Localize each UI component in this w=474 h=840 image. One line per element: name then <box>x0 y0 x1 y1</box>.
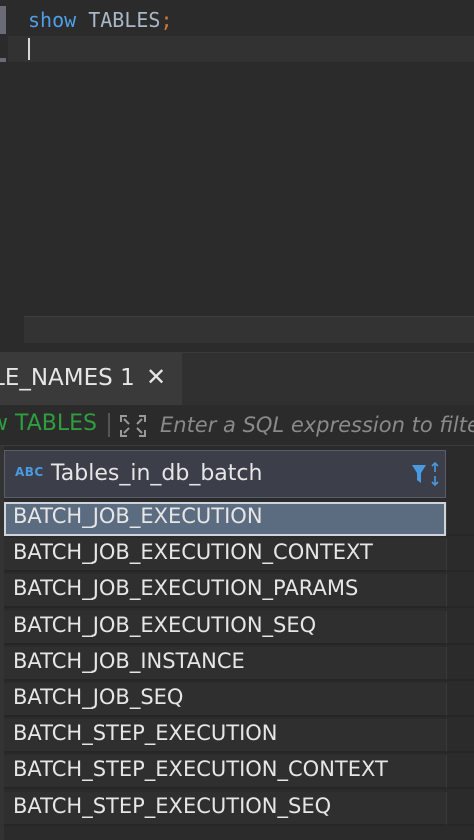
empty-cell <box>446 719 474 753</box>
filter-bar: w TABLES <box>0 405 474 446</box>
cell-value: BATCH_JOB_EXECUTION_SEQ <box>13 613 317 637</box>
expand-icon[interactable] <box>118 413 148 439</box>
column-title: Tables_in_db_batch <box>51 461 263 486</box>
text-caret <box>28 38 30 60</box>
table-row[interactable]: BATCH_JOB_EXECUTION_CONTEXT <box>4 538 446 572</box>
divider <box>108 413 110 437</box>
cell-value: BATCH_STEP_EXECUTION_CONTEXT <box>13 757 388 781</box>
empty-cell <box>446 683 474 717</box>
table-row[interactable]: BATCH_STEP_EXECUTION <box>4 719 446 753</box>
filter-icon[interactable] <box>411 463 427 485</box>
empty-cell <box>446 647 474 681</box>
empty-cell <box>446 502 474 536</box>
gutter-marker <box>0 58 6 62</box>
editor-line-1[interactable]: show TABLES; <box>28 6 173 34</box>
cell-value: BATCH_JOB_INSTANCE <box>13 649 245 673</box>
empty-cell <box>446 792 474 826</box>
sort-icon[interactable] <box>429 461 441 487</box>
cell-value: BATCH_JOB_EXECUTION_PARAMS <box>13 576 359 600</box>
table-row[interactable]: BATCH_STEP_EXECUTION_SEQ <box>4 792 446 826</box>
cell-value: BATCH_STEP_EXECUTION <box>13 721 278 745</box>
current-line-highlight <box>8 36 474 62</box>
empty-cell <box>446 611 474 645</box>
tab-result[interactable]: LE_NAMES 1 ✕ <box>0 353 182 407</box>
sql-keyword: show <box>28 8 77 32</box>
cell-value: BATCH_JOB_EXECUTION <box>13 504 263 528</box>
table-row[interactable]: BATCH_JOB_INSTANCE <box>4 647 446 681</box>
table-row[interactable]: BATCH_JOB_EXECUTION <box>4 502 446 536</box>
table-row[interactable]: BATCH_JOB_SEQ <box>4 683 446 717</box>
sql-identifier: TABLES <box>88 8 161 32</box>
cell-value: BATCH_JOB_SEQ <box>13 685 184 709</box>
result-grid: ABC Tables_in_db_batch BATCH_JOB_EXECUTI… <box>0 446 474 840</box>
table-row[interactable]: BATCH_STEP_EXECUTION_CONTEXT <box>4 755 446 789</box>
sql-editor[interactable]: show TABLES; <box>0 0 474 344</box>
table-row[interactable]: BATCH_JOB_EXECUTION_PARAMS <box>4 574 446 608</box>
table-row[interactable]: BATCH_JOB_EXECUTION_SEQ <box>4 611 446 645</box>
column-header[interactable]: ABC Tables_in_db_batch <box>4 450 446 498</box>
empty-cell <box>446 574 474 608</box>
query-label: w TABLES <box>0 411 97 436</box>
empty-cell <box>446 755 474 789</box>
cell-value: BATCH_STEP_EXECUTION_SEQ <box>13 794 332 818</box>
empty-cell <box>446 538 474 572</box>
gutter-marker <box>0 6 6 34</box>
close-icon[interactable]: ✕ <box>146 363 166 391</box>
tab-label: LE_NAMES 1 <box>0 365 135 391</box>
sql-terminator: ; <box>160 8 173 32</box>
results-tab-bar: LE_NAMES 1 ✕ <box>0 352 474 407</box>
horizontal-scrollbar[interactable] <box>24 316 474 343</box>
cell-value: BATCH_JOB_EXECUTION_CONTEXT <box>13 540 373 564</box>
abc-type-icon: ABC <box>15 465 44 479</box>
filter-input[interactable] <box>156 409 474 441</box>
